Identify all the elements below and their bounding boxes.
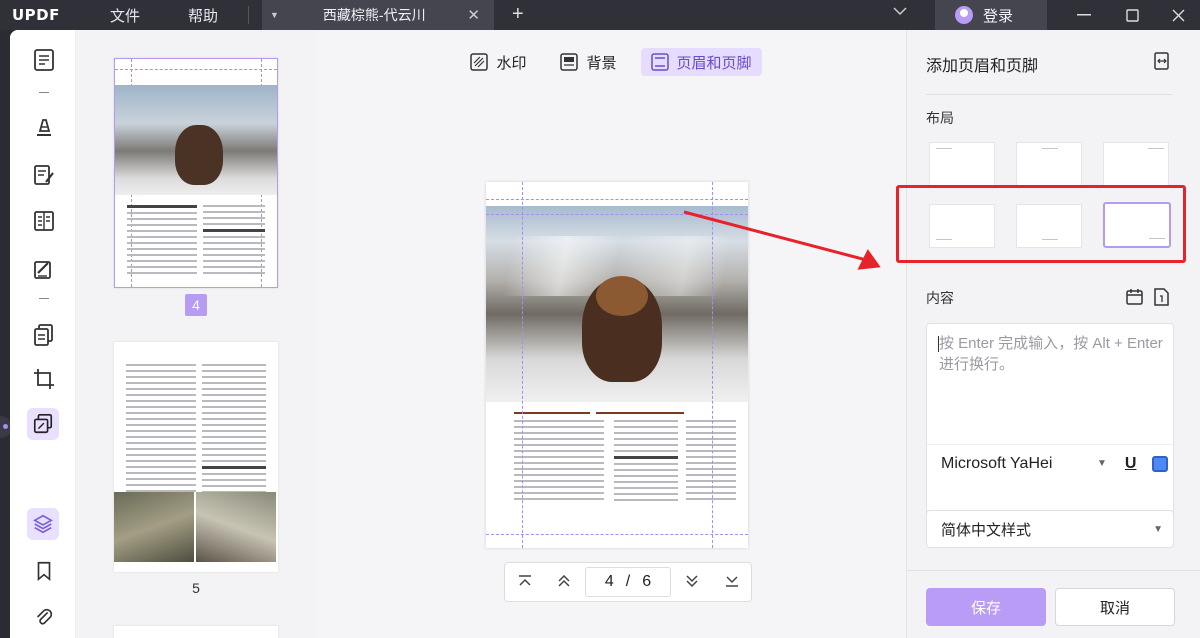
new-tab-icon[interactable]: + — [512, 3, 524, 26]
layout-option-3[interactable] — [1103, 142, 1169, 186]
thumbnail-photo — [115, 85, 277, 195]
tab-header-footer-label: 页眉和页脚 — [676, 54, 752, 72]
page-tools-tabs: 水印 背景 页眉和页脚 — [316, 48, 906, 76]
background-icon — [560, 53, 579, 71]
tab-background[interactable]: 背景 — [550, 48, 626, 76]
avatar-icon — [955, 6, 973, 24]
page-thumbnail-5[interactable] — [114, 342, 278, 572]
organize-pages-icon[interactable] — [31, 322, 57, 348]
first-page-icon[interactable] — [505, 574, 544, 590]
close-tab-icon[interactable]: ✕ — [467, 6, 480, 24]
page-number-icon[interactable] — [1154, 288, 1169, 311]
thumbnail-photo-right — [196, 492, 276, 562]
text-color-swatch[interactable] — [1152, 455, 1169, 472]
rail-divider — [39, 92, 49, 93]
tab-background-label: 背景 — [586, 54, 617, 72]
watermark-icon — [470, 53, 489, 71]
thumbnail-photo-left — [114, 492, 194, 562]
sign-icon[interactable] — [31, 256, 57, 282]
maximize-icon[interactable] — [1112, 0, 1152, 30]
app-window: 4 5 水印 背景 页眉和页脚 4 / 6 添加页眉和页脚 布局 内容 按 En… — [10, 30, 1200, 638]
layout-option-1[interactable] — [929, 142, 995, 186]
underline-button[interactable]: U — [1125, 455, 1137, 473]
attachment-icon[interactable] — [31, 604, 57, 630]
content-label: 内容 — [926, 290, 954, 306]
next-page-icon[interactable] — [673, 574, 712, 590]
comment-icon[interactable] — [31, 114, 57, 140]
app-logo: UPDF — [12, 6, 60, 24]
red-arrow-annotation — [683, 210, 881, 270]
save-button[interactable]: 保存 — [926, 588, 1046, 626]
document-tab-title: 西藏棕熊-代云川 — [322, 7, 426, 23]
previous-page-icon[interactable] — [544, 574, 583, 590]
page-number-input[interactable]: 4 / 6 — [585, 567, 671, 597]
menu-help[interactable]: 帮助 — [188, 5, 218, 26]
rail-divider-2 — [39, 298, 49, 299]
font-family-select[interactable]: Microsoft YaHei — [941, 455, 1091, 473]
close-window-icon[interactable] — [1158, 0, 1198, 30]
edit-pdf-icon[interactable] — [31, 162, 57, 188]
tool-rail — [10, 30, 76, 638]
page-navigation: 4 / 6 — [504, 562, 752, 602]
form-icon[interactable] — [31, 208, 57, 234]
page-tools-icon[interactable] — [27, 408, 59, 440]
crop-icon[interactable] — [31, 366, 57, 392]
header-footer-icon — [650, 53, 669, 71]
page-number-4: 4 — [185, 294, 207, 316]
font-toolbar: Microsoft YaHei ▼ U — [927, 444, 1173, 482]
highlight-box — [896, 185, 1186, 263]
footer-divider — [907, 570, 1200, 571]
main-view: 水印 背景 页眉和页脚 4 / 6 — [316, 30, 906, 638]
menu-file[interactable]: 文件 — [110, 5, 140, 26]
document-tab[interactable]: ▼ 西藏棕熊-代云川 ✕ — [262, 0, 494, 30]
tab-watermark[interactable]: 水印 — [460, 48, 536, 76]
last-page-icon[interactable] — [712, 574, 751, 590]
date-icon[interactable] — [1126, 288, 1143, 310]
style-dropdown-icon: ▼ — [1153, 523, 1163, 535]
page-thumbnail-6[interactable] — [114, 626, 278, 638]
page-thumbnail-4[interactable] — [114, 58, 278, 288]
style-select-value: 简体中文样式 — [941, 521, 1032, 539]
minimize-icon[interactable] — [1064, 0, 1104, 30]
tab-dropdown-icon[interactable]: ▼ — [270, 10, 279, 20]
page-number-5: 5 — [192, 580, 200, 596]
input-placeholder: 按 Enter 完成输入，按 Alt + Enter 进行换行。 — [939, 335, 1163, 373]
bookmark-icon[interactable] — [31, 558, 57, 584]
total-pages: 6 — [642, 573, 652, 590]
layout-option-2[interactable] — [1016, 142, 1082, 186]
collapse-panel-icon[interactable] — [1153, 52, 1171, 75]
tab-separator — [248, 6, 249, 24]
panel-title: 添加页眉和页脚 — [926, 58, 1039, 75]
cancel-button[interactable]: 取消 — [1055, 588, 1175, 626]
header-footer-panel: 添加页眉和页脚 布局 内容 按 Enter 完成输入，按 Alt + Enter… — [896, 30, 1200, 638]
current-page: 4 — [604, 573, 614, 590]
layers-icon[interactable] — [27, 508, 59, 540]
login-label: 登录 — [983, 7, 1014, 25]
tab-header-footer[interactable]: 页眉和页脚 — [640, 48, 762, 76]
panel-divider — [926, 94, 1172, 95]
font-dropdown-icon[interactable]: ▼ — [1097, 458, 1107, 469]
chevron-down-icon[interactable] — [893, 4, 907, 19]
tab-watermark-label: 水印 — [496, 54, 527, 72]
thumbnail-panel: 4 5 — [76, 30, 316, 638]
style-select[interactable]: 简体中文样式 ▼ — [926, 510, 1174, 548]
login-button[interactable]: 登录 — [935, 0, 1047, 30]
page-separator: / — [625, 573, 631, 590]
layout-label: 布局 — [926, 110, 954, 126]
reader-icon[interactable] — [31, 47, 57, 73]
